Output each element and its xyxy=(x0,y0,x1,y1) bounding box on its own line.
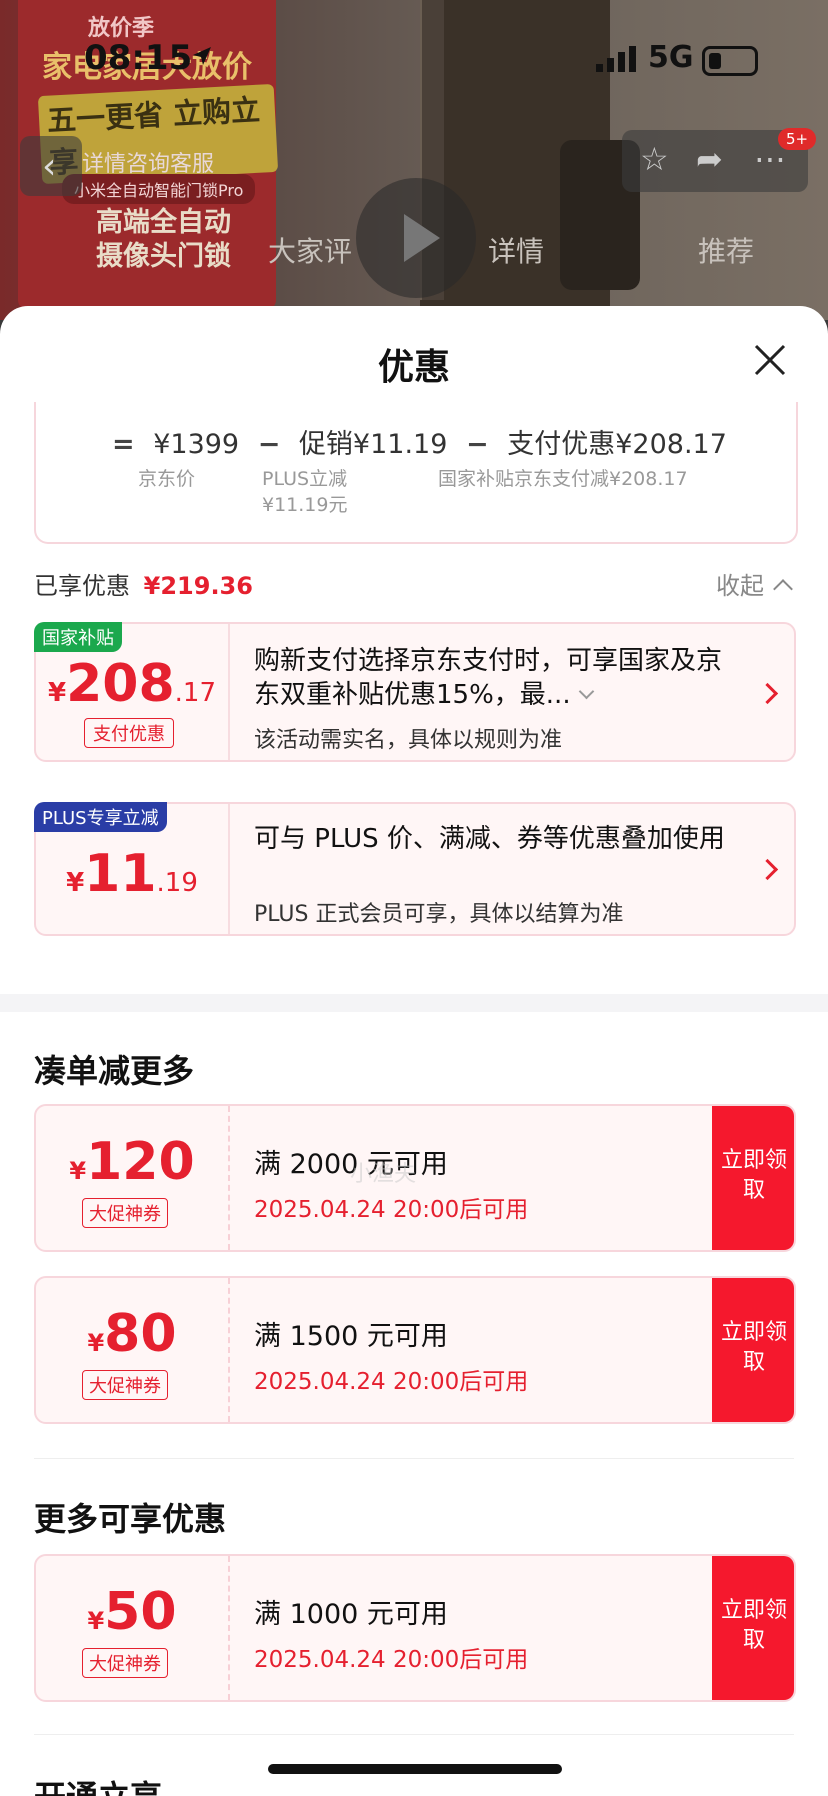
divider-line xyxy=(34,1458,794,1459)
minus-sign-2: − xyxy=(466,429,489,460)
equals-sign: = xyxy=(112,429,135,460)
pay-deduction: 支付优惠¥208.17 xyxy=(507,429,727,460)
promo-note: 该活动需实名，具体以规则为准 xyxy=(254,728,563,753)
claim-label: 立即领取 xyxy=(720,1148,787,1203)
coupon-amount: ¥80 xyxy=(36,1304,228,1364)
coupon-type-chip: 大促神券 xyxy=(82,1198,168,1228)
promo-description: 购新支付选择京东支付时，可享国家及京东双重补贴优惠15%，最... xyxy=(254,644,734,712)
battery-icon xyxy=(702,46,758,76)
message-badge: 5+ xyxy=(778,128,817,150)
section-title-more-discount: 凑单减更多 xyxy=(34,1052,195,1090)
coupon-separator xyxy=(228,1556,230,1700)
amount-integer: 80 xyxy=(104,1304,177,1364)
claim-coupon-button[interactable]: 立即领取 xyxy=(712,1106,794,1250)
claim-label: 立即领取 xyxy=(720,1598,787,1653)
promo-note: PLUS 正式会员可享，具体以结算为准 xyxy=(254,902,624,927)
amount-decimal: .17 xyxy=(174,678,216,708)
coupon-condition: 满 1000 元可用 xyxy=(254,1599,448,1630)
coupon-type-chip: 大促神券 xyxy=(82,1370,168,1400)
currency-symbol: ¥ xyxy=(87,1607,105,1635)
coupon-separator xyxy=(228,1278,230,1422)
star-icon[interactable]: ☆ xyxy=(640,140,669,178)
share-icon[interactable]: ➦ xyxy=(696,140,723,178)
enjoyed-amount: ¥219.36 xyxy=(143,572,253,600)
status-time: 08:15 xyxy=(84,38,193,78)
minus-sign-1: − xyxy=(257,429,281,460)
coupon-card: ¥80 大促神券 满 1500 元可用 2025.04.24 20:00后可用 … xyxy=(34,1276,796,1424)
amount-integer: 120 xyxy=(86,1132,195,1192)
discount-sheet: 优惠 = ¥1399 − 促销¥11.19 − 支付优惠¥208.17 京东价 … xyxy=(0,306,828,1796)
section-title-extra-discount: 更多可享优惠 xyxy=(34,1500,227,1538)
coupon-valid-time: 2025.04.24 20:00后可用 xyxy=(254,1197,529,1223)
promo-label-line2: ¥11.19元 xyxy=(262,494,348,516)
tab-details[interactable]: 详情 xyxy=(488,230,544,270)
coupon-valid-time: 2025.04.24 20:00后可用 xyxy=(254,1369,529,1395)
amount-integer: 11 xyxy=(84,844,157,904)
currency-symbol: ¥ xyxy=(66,868,85,898)
amount-integer: 208 xyxy=(66,654,175,714)
collapse-label: 收起 xyxy=(716,572,764,600)
chevron-down-icon[interactable] xyxy=(578,683,594,700)
amount-integer: 50 xyxy=(104,1582,177,1642)
amount-decimal: .19 xyxy=(156,868,198,898)
currency-symbol: ¥ xyxy=(87,1329,105,1357)
signal-icon xyxy=(596,46,636,72)
promo-deduction: 促销¥11.19 xyxy=(298,429,448,460)
currency-symbol: ¥ xyxy=(69,1157,87,1185)
promo-label: PLUS立减 ¥11.19元 xyxy=(262,466,347,518)
currency-symbol: ¥ xyxy=(48,678,67,708)
coupon-valid-time: 2025.04.24 20:00后可用 xyxy=(254,1647,529,1673)
promo-label-line1: PLUS立减 xyxy=(262,468,348,490)
home-indicator xyxy=(268,1764,562,1774)
divider-line xyxy=(34,1734,794,1735)
product-name-chip: 小米全自动智能门锁Pro xyxy=(62,174,256,204)
network-label: 5G xyxy=(648,40,694,75)
promo-amount: ¥208.17 xyxy=(36,654,228,714)
claim-coupon-button[interactable]: 立即领取 xyxy=(712,1556,794,1700)
consult-service-link[interactable]: 详情咨询客服 xyxy=(82,146,214,178)
product-tagline-line2: 摄像头门锁 xyxy=(96,241,231,272)
claim-coupon-button[interactable]: 立即领取 xyxy=(712,1278,794,1422)
close-icon[interactable] xyxy=(752,342,788,378)
pay-discount-chip: 支付优惠 xyxy=(84,718,174,748)
coupon-card: ¥50 大促神券 满 1000 元可用 2025.04.24 20:00后可用 … xyxy=(34,1554,796,1702)
collapse-button[interactable]: 收起 xyxy=(716,566,793,601)
promo-amount: ¥11.19 xyxy=(36,844,228,904)
national-subsidy-tag: 国家补贴 xyxy=(34,622,122,652)
jd-price-label: 京东价 xyxy=(138,468,196,490)
plus-discount-tag: PLUS专享立减 xyxy=(34,802,167,832)
price-breakdown: = ¥1399 − 促销¥11.19 − 支付优惠¥208.17 京东价 PLU… xyxy=(34,402,798,544)
watermark: 小渔夫 xyxy=(350,1162,417,1187)
enjoyed-label: 已享优惠 xyxy=(34,572,130,600)
product-tagline-line1: 高端全自动 xyxy=(96,207,231,238)
location-arrow-icon xyxy=(193,47,211,65)
section-title-membership: 开通立享 xyxy=(34,1772,162,1796)
claim-label: 立即领取 xyxy=(720,1320,787,1375)
chevron-right-icon[interactable] xyxy=(756,682,779,705)
product-tagline: 高端全自动 摄像头门锁 xyxy=(96,206,231,274)
section-divider xyxy=(0,994,828,1012)
coupon-amount: ¥50 xyxy=(36,1582,228,1642)
promo-card-plus[interactable]: PLUS专享立减 ¥11.19 可与 PLUS 价、满减、券等优惠叠加使用 PL… xyxy=(34,802,796,936)
promo-description-text: 购新支付选择京东支付时，可享国家及京东双重补贴优惠15%，最... xyxy=(254,646,723,710)
back-button[interactable]: ‹ xyxy=(20,136,82,196)
sheet-title: 优惠 xyxy=(377,347,450,388)
chevron-up-icon xyxy=(773,579,793,599)
pay-label: 国家补贴京东支付减¥208.17 xyxy=(438,468,688,490)
coupon-amount: ¥120 xyxy=(36,1132,228,1192)
coupon-type-chip: 大促神券 xyxy=(82,1648,168,1678)
back-icon: ‹ xyxy=(42,146,57,187)
tab-reviews[interactable]: 大家评 xyxy=(268,230,352,270)
play-icon[interactable] xyxy=(356,178,476,298)
coupon-condition: 满 1500 元可用 xyxy=(254,1321,448,1352)
price-formula: = ¥1399 − 促销¥11.19 − 支付优惠¥208.17 xyxy=(102,422,727,461)
promo-card-national-subsidy[interactable]: 国家补贴 ¥208.17 支付优惠 购新支付选择京东支付时，可享国家及京东双重补… xyxy=(34,622,796,762)
coupon-separator xyxy=(228,1106,230,1250)
chevron-right-icon[interactable] xyxy=(756,858,779,881)
jd-price: ¥1399 xyxy=(153,429,240,460)
tab-recommend[interactable]: 推荐 xyxy=(698,230,754,270)
enjoyed-discount: 已享优惠 ¥219.36 xyxy=(34,566,253,601)
promo-description: 可与 PLUS 价、满减、券等优惠叠加使用 xyxy=(254,824,725,854)
